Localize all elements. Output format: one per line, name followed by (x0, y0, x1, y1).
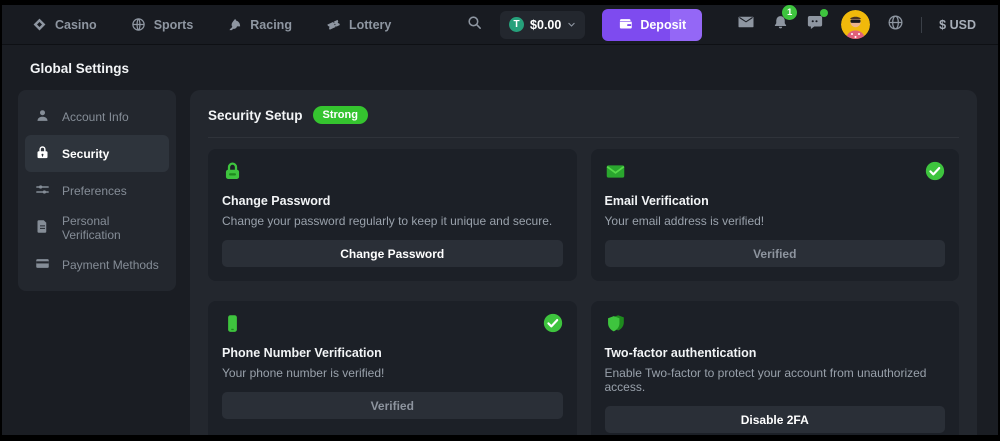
mail-icon (737, 13, 755, 36)
navbar-divider (921, 17, 922, 33)
top-navbar: Casino Sports Racing Lottery (2, 5, 998, 45)
credit-card-icon (35, 256, 50, 274)
sidebar-item-preferences[interactable]: Preferences (25, 172, 169, 209)
card-description: Your email address is verified! (605, 214, 946, 228)
change-password-button[interactable]: Change Password (222, 240, 563, 267)
card-title: Email Verification (605, 194, 946, 208)
green-phone-icon (222, 313, 243, 339)
sidebar-item-label: Personal Verification (62, 214, 159, 242)
main-nav: Casino Sports Racing Lottery (32, 17, 391, 32)
page-title: Global Settings (30, 61, 977, 76)
currency-selector[interactable]: $ USD (939, 18, 976, 32)
sidebar-item-label: Account Info (62, 110, 129, 124)
sidebar-item-label: Security (62, 147, 109, 161)
email-verified-button[interactable]: Verified (605, 240, 946, 267)
two-factor-card: Two-factor authentication Enable Two-fac… (591, 301, 960, 435)
racing-horse-icon (227, 17, 242, 32)
avatar[interactable] (841, 10, 870, 39)
card-title: Change Password (222, 194, 563, 208)
notification-count-badge: 1 (782, 5, 797, 20)
green-lock-icon (222, 161, 243, 187)
nav-label: Lottery (349, 18, 391, 32)
verified-check-icon (925, 161, 945, 186)
tether-coin-icon: T (509, 17, 524, 32)
email-verification-card: Email Verification Your email address is… (591, 149, 960, 281)
globe-icon (887, 14, 904, 36)
sidebar-item-account-info[interactable]: Account Info (25, 98, 169, 135)
casino-diamond-icon (32, 17, 47, 32)
wallet-icon (618, 16, 633, 34)
section-title: Security Setup (208, 108, 303, 123)
card-title: Two-factor authentication (605, 346, 946, 360)
nav-item-sports[interactable]: Sports (131, 17, 194, 32)
card-description: Change your password regularly to keep i… (222, 214, 563, 228)
search-button[interactable] (466, 14, 483, 36)
lottery-ticket-icon (326, 17, 341, 32)
sliders-icon (35, 182, 50, 200)
document-icon (35, 219, 50, 237)
nav-item-lottery[interactable]: Lottery (326, 17, 391, 32)
deposit-button[interactable]: Deposit (602, 9, 702, 41)
verified-check-icon (543, 313, 563, 338)
password-strength-badge: Strong (313, 106, 368, 124)
nav-label: Casino (55, 18, 97, 32)
chevron-down-icon (567, 16, 576, 34)
header-divider (208, 137, 959, 138)
chat-button[interactable] (806, 13, 824, 36)
settings-sidebar: Account Info Security Preferences (18, 90, 176, 291)
app-window: Casino Sports Racing Lottery (2, 5, 998, 435)
search-icon (466, 14, 483, 36)
nav-item-racing[interactable]: Racing (227, 17, 292, 32)
card-description: Your phone number is verified! (222, 366, 563, 380)
green-envelope-icon (605, 161, 626, 187)
sidebar-item-label: Preferences (62, 184, 127, 198)
security-cards-grid: Change Password Change your password reg… (208, 149, 959, 435)
disable-2fa-button[interactable]: Disable 2FA (605, 406, 946, 433)
wallet-balance-dropdown[interactable]: T $0.00 (500, 11, 585, 39)
language-button[interactable] (887, 14, 904, 36)
sports-basketball-icon (131, 17, 146, 32)
balance-amount: $0.00 (530, 18, 561, 32)
chat-online-dot (820, 9, 828, 17)
nav-label: Sports (154, 18, 194, 32)
change-password-card: Change Password Change your password reg… (208, 149, 577, 281)
deposit-label: Deposit (640, 18, 686, 32)
card-description: Enable Two-factor to protect your accoun… (605, 366, 946, 394)
nav-label: Racing (250, 18, 292, 32)
navbar-right: T $0.00 Deposit (466, 9, 976, 41)
sidebar-item-security[interactable]: Security (25, 135, 169, 172)
card-title: Phone Number Verification (222, 346, 563, 360)
green-shield-icon (605, 313, 626, 339)
sidebar-item-personal-verification[interactable]: Personal Verification (25, 209, 169, 246)
settings-page: Global Settings Account Info Security (2, 45, 998, 435)
user-icon (35, 108, 50, 126)
notifications-button[interactable]: 1 (772, 14, 789, 36)
security-setup-panel: Security Setup Strong Change Password Ch… (190, 90, 977, 435)
phone-verification-card: Phone Number Verification Your phone num… (208, 301, 577, 435)
nav-item-casino[interactable]: Casino (32, 17, 97, 32)
phone-verified-button[interactable]: Verified (222, 392, 563, 419)
lock-icon (35, 145, 50, 163)
sidebar-item-label: Payment Methods (62, 258, 159, 272)
sidebar-item-payment-methods[interactable]: Payment Methods (25, 246, 169, 283)
messages-button[interactable] (737, 13, 755, 36)
